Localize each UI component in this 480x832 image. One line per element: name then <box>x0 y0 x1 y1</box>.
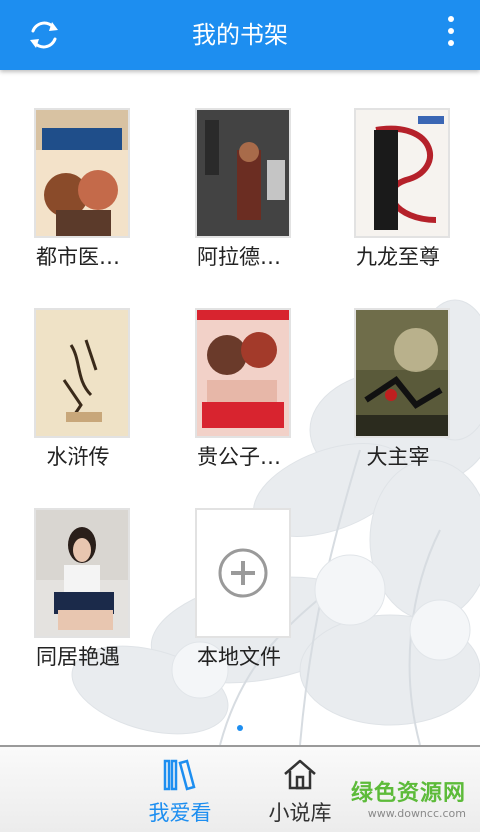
page-indicator-dot <box>237 725 243 731</box>
nav-item-novel-library[interactable]: 小说库 <box>240 747 360 832</box>
book-title: 九龙至尊 <box>356 245 440 269</box>
book-cover <box>34 308 130 438</box>
nav-label: 小说库 <box>268 801 332 825</box>
book-cover <box>195 108 291 238</box>
top-app-bar: 我的书架 <box>0 0 480 70</box>
book-cover <box>354 108 450 238</box>
book-item[interactable]: 都市医… <box>3 108 153 283</box>
book-cover <box>34 508 130 638</box>
book-item[interactable]: 水浒传 <box>3 308 153 483</box>
watermark-url: www.downcc.com <box>367 807 466 820</box>
book-title: 水浒传 <box>46 445 110 469</box>
nav-item-my-love[interactable]: 我爱看 <box>120 747 240 832</box>
book-title: 阿拉德… <box>197 245 281 269</box>
watermark: 绿色资源网 www.downcc.com <box>351 775 466 820</box>
nav-label: 我爱看 <box>148 801 212 825</box>
book-title: 贵公子… <box>197 445 281 469</box>
book-title: 同居艳遇 <box>36 645 120 669</box>
book-cover <box>195 308 291 438</box>
book-cover <box>34 108 130 238</box>
home-icon <box>284 759 316 790</box>
bookshelf-icon <box>163 759 196 791</box>
book-title: 大主宰 <box>366 445 430 469</box>
book-item[interactable]: 大主宰 <box>323 308 473 483</box>
book-item[interactable]: 阿拉德… <box>164 108 314 283</box>
book-cover <box>354 308 450 438</box>
add-local-file-item[interactable]: 本地文件 <box>164 508 314 683</box>
add-circle-icon <box>197 510 289 636</box>
book-item[interactable]: 九龙至尊 <box>323 108 473 283</box>
more-vertical-icon[interactable] <box>446 16 456 52</box>
add-local-file-label: 本地文件 <box>197 645 281 669</box>
add-local-file-tile[interactable] <box>195 508 291 638</box>
book-item[interactable]: 贵公子… <box>164 308 314 483</box>
book-item[interactable]: 同居艳遇 <box>3 508 153 683</box>
book-title: 都市医… <box>36 245 120 269</box>
page-title: 我的书架 <box>192 21 288 49</box>
watermark-text: 绿色资源网 <box>350 781 466 806</box>
